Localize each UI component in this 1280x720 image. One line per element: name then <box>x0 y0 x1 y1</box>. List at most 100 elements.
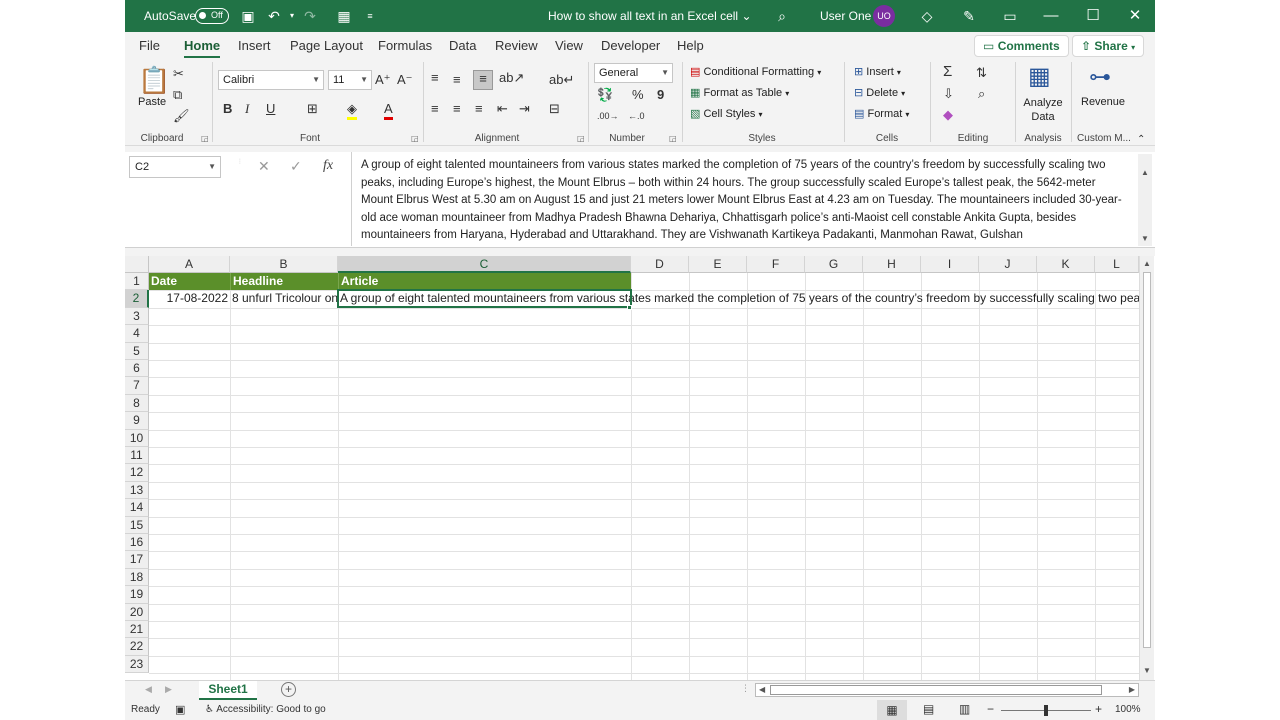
dialog-launcher-icon[interactable]: ◲ <box>201 134 209 143</box>
macro-record-icon[interactable]: ▣ <box>175 703 185 716</box>
tab-help[interactable]: Help <box>677 38 704 53</box>
autosave-toggle[interactable]: Off <box>195 8 229 24</box>
row-header[interactable]: 15 <box>125 516 149 534</box>
cell-styles-button[interactable]: ▧ Cell Styles ▾ <box>690 107 763 120</box>
scroll-up-icon[interactable]: ▲ <box>1143 259 1151 268</box>
tab-insert[interactable]: Insert <box>238 38 271 53</box>
org-chart-icon[interactable]: ⊶ <box>1089 64 1111 90</box>
align-middle-icon[interactable]: ≡ <box>453 72 461 88</box>
cell-a1[interactable]: Date <box>149 273 230 290</box>
comma-style-icon[interactable]: 9 <box>657 87 664 103</box>
close-icon[interactable]: ✕ <box>1115 0 1155 32</box>
ribbon-display-icon[interactable]: ▭ <box>1001 7 1019 25</box>
format-painter-icon[interactable]: 🖌 <box>173 108 190 124</box>
name-box[interactable]: C2 ▼ <box>129 156 221 178</box>
zoom-slider-thumb[interactable] <box>1044 705 1048 716</box>
redo-icon[interactable]: ↷ <box>301 7 319 25</box>
row-header[interactable]: 18 <box>125 568 149 587</box>
wrap-text-icon[interactable]: ab↵ <box>549 72 574 88</box>
align-top-icon[interactable]: ≡ <box>431 70 439 86</box>
tab-file[interactable]: File <box>139 38 160 53</box>
share-button[interactable]: ⇧ Share ▾ <box>1072 35 1145 57</box>
row-header[interactable]: 1 <box>125 273 149 291</box>
cut-icon[interactable]: ✂ <box>173 66 184 82</box>
analyze-data-label[interactable]: Analyze Data <box>1021 96 1065 124</box>
tab-review[interactable]: Review <box>495 38 538 53</box>
row-header[interactable]: 11 <box>125 447 149 465</box>
conditional-formatting-button[interactable]: ▤ Conditional Formatting ▾ <box>690 65 821 78</box>
sort-filter-icon[interactable]: ⇅ <box>976 65 987 81</box>
tab-data[interactable]: Data <box>449 38 476 53</box>
font-name-combo[interactable]: Calibri ▼ <box>218 70 324 90</box>
increase-indent-icon[interactable]: ⇥ <box>519 101 530 117</box>
align-left-icon[interactable]: ≡ <box>431 101 439 117</box>
row-header[interactable]: 4 <box>125 325 149 343</box>
undo-dropdown-icon[interactable]: ▾ <box>283 7 301 25</box>
column-header-d[interactable]: D <box>631 256 689 273</box>
column-header-g[interactable]: G <box>805 256 863 273</box>
add-sheet-icon[interactable]: + <box>281 682 296 697</box>
row-header[interactable]: 16 <box>125 534 149 552</box>
format-as-table-button[interactable]: ▦ Format as Table ▾ <box>690 86 789 99</box>
orientation-icon[interactable]: ab↗ <box>499 70 524 86</box>
tab-page-layout[interactable]: Page Layout <box>290 38 363 53</box>
fill-color-icon[interactable]: ◈ <box>347 101 357 120</box>
italic-icon[interactable]: I <box>245 101 249 117</box>
cell-b2[interactable]: 8 unfurl Tricolour on <box>230 290 338 307</box>
diamond-icon[interactable]: ◇ <box>918 7 936 25</box>
vertical-scrollbar[interactable]: ▲ ▼ <box>1139 256 1154 680</box>
font-color-icon[interactable]: A <box>384 101 393 120</box>
enter-icon[interactable]: ✓ <box>290 158 302 175</box>
row-header[interactable]: 5 <box>125 342 149 360</box>
search-icon[interactable]: ⌕ <box>773 7 791 25</box>
autosum-icon[interactable]: Σ <box>943 64 952 80</box>
insert-function-icon[interactable]: fx <box>323 158 333 174</box>
shrink-font-icon[interactable]: A⁻ <box>397 72 413 88</box>
column-header-h[interactable]: H <box>863 256 921 273</box>
dialog-launcher-icon[interactable]: ◲ <box>577 134 585 143</box>
tab-formulas[interactable]: Formulas <box>378 38 432 53</box>
column-header-i[interactable]: I <box>921 256 979 273</box>
delete-cells-button[interactable]: ⊟ Delete ▾ <box>854 86 905 99</box>
pen-icon[interactable]: ✎ <box>960 7 978 25</box>
horizontal-scrollbar[interactable]: ◀ ▶ <box>755 683 1139 697</box>
copy-icon[interactable]: ⧉ <box>173 87 182 103</box>
formula-scrollbar[interactable]: ▲ ▼ <box>1138 154 1152 246</box>
document-title[interactable]: How to show all text in an Excel cell ⌄ <box>548 0 752 32</box>
formula-input[interactable]: A group of eight talented mountaineers f… <box>351 152 1137 246</box>
column-header-e[interactable]: E <box>689 256 747 273</box>
column-header-j[interactable]: J <box>979 256 1037 273</box>
customize-toolbar-icon[interactable]: ≡ <box>361 7 379 25</box>
align-bottom-icon[interactable]: ≡ <box>473 70 493 90</box>
fill-handle[interactable] <box>627 305 632 310</box>
font-size-combo[interactable]: 11 ▼ <box>328 70 372 90</box>
row-header[interactable]: 19 <box>125 586 149 604</box>
align-right-icon[interactable]: ≡ <box>475 101 483 117</box>
dialog-launcher-icon[interactable]: ◲ <box>411 134 419 143</box>
percent-icon[interactable]: % <box>632 87 644 103</box>
undo-icon[interactable]: ↶ <box>265 7 283 25</box>
comments-button[interactable]: ▭ Comments <box>974 35 1069 57</box>
column-header-k[interactable]: K <box>1037 256 1095 273</box>
scroll-thumb[interactable] <box>1143 272 1151 648</box>
bold-icon[interactable]: B <box>223 101 232 117</box>
user-name[interactable]: User One <box>820 0 871 32</box>
decrease-decimal-icon[interactable]: ←.0 <box>628 108 645 124</box>
zoom-out-icon[interactable]: − <box>987 702 994 716</box>
scroll-up-icon[interactable]: ▲ <box>1141 168 1149 177</box>
borders-icon[interactable]: ⊞ <box>307 101 318 117</box>
row-header[interactable]: 14 <box>125 499 149 517</box>
form-icon[interactable]: ▦ <box>335 7 353 25</box>
page-layout-view-icon[interactable]: ▤ <box>923 702 934 716</box>
fill-icon[interactable]: ⇩ <box>943 86 954 102</box>
column-header-a[interactable]: A <box>149 256 230 273</box>
row-header[interactable]: 12 <box>125 464 149 482</box>
save-icon[interactable]: ▣ <box>239 7 257 25</box>
format-cells-button[interactable]: ▤ Format ▾ <box>854 107 909 120</box>
currency-icon[interactable]: 💱 <box>597 87 613 103</box>
increase-decimal-icon[interactable]: .00→ <box>597 108 619 124</box>
row-header[interactable]: 3 <box>125 307 149 326</box>
cancel-icon[interactable]: ✕ <box>258 158 270 175</box>
sheet-tab-sheet1[interactable]: Sheet1 <box>199 681 257 700</box>
tab-developer[interactable]: Developer <box>601 38 660 53</box>
